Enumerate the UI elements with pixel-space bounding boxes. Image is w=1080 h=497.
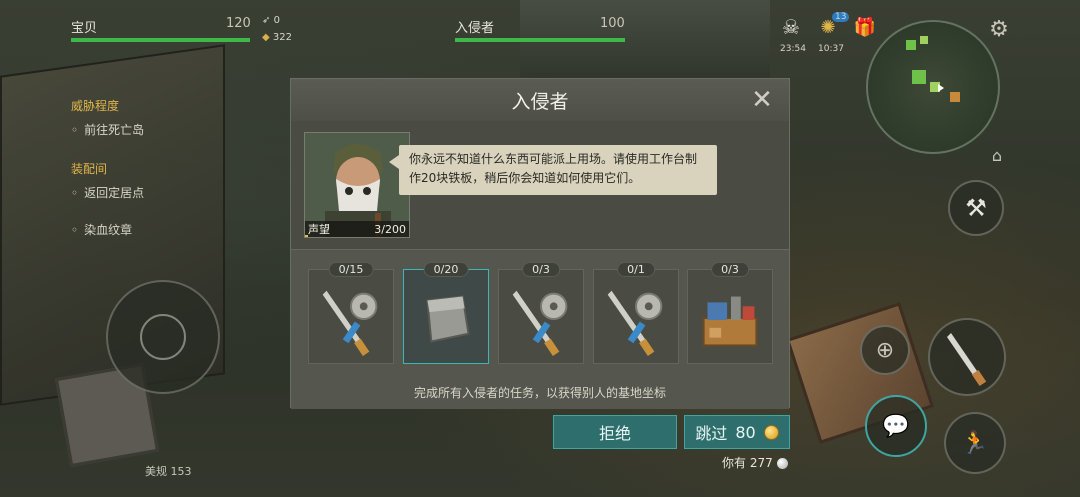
- task-slot-1[interactable]: 0/15: [308, 262, 394, 364]
- player-hp-value: 120: [226, 16, 251, 31]
- resource-value: 322: [272, 32, 292, 43]
- bullet-icon: ➶: [262, 15, 271, 26]
- weapon-attack-button[interactable]: [928, 318, 1006, 396]
- skip-cost: 80: [735, 422, 756, 442]
- skip-label: 跳过: [695, 424, 728, 443]
- notification-badge: 13: [832, 12, 850, 22]
- currency-owned: 你有 277: [722, 454, 788, 471]
- silver-coin-icon: [776, 458, 788, 469]
- player-hp-bar: [71, 38, 250, 42]
- task-count: 0/3: [522, 262, 560, 277]
- quest-equip-item[interactable]: 返回定居点: [71, 184, 144, 201]
- resource-indicator: ◆ 322: [262, 32, 292, 43]
- machete-sawblade-icon: [607, 290, 663, 357]
- invader-speech-bubble: 你永远不知道什么东西可能派上用场。请使用工作台制作20块铁板，稍后你会知道如何使…: [389, 145, 717, 195]
- movement-joystick[interactable]: [106, 280, 220, 394]
- minimap[interactable]: [866, 20, 1000, 154]
- task-slot-5[interactable]: 0/3: [687, 262, 773, 364]
- kills-indicator: ➶ 0: [262, 15, 280, 26]
- dialog-title: 入侵者: [511, 90, 569, 113]
- base-icon[interactable]: ⌂: [985, 144, 1009, 166]
- dialog-title-bar: 入侵者 ✕: [291, 79, 789, 121]
- skull-icon[interactable]: ☠: [778, 14, 804, 40]
- iron-plate-icon: [426, 295, 470, 343]
- crouch-icon[interactable]: 🏃: [944, 412, 1006, 474]
- craft-hammer-icon[interactable]: ⚒: [948, 180, 1004, 236]
- chat-icon[interactable]: 💬: [865, 395, 927, 457]
- reputation-progress-bar: [305, 235, 308, 237]
- quest-equip-heading[interactable]: 装配间: [71, 160, 107, 177]
- aim-crosshair-icon[interactable]: ⊕: [860, 325, 910, 375]
- currency-owned-label: 你有 277: [722, 456, 773, 470]
- reject-label: 拒绝: [598, 424, 631, 443]
- task-footer-note: 完成所有入侵者的任务，以获得别人的基地坐标: [413, 386, 666, 400]
- machete-sawblade-icon: [512, 290, 568, 357]
- task-panel: 0/15 0/20 0/3 0/1 0/3 完成所有入侵者的任务，以获得别人的基…: [291, 249, 789, 409]
- quest-threat-item[interactable]: 前往死亡岛: [71, 121, 144, 138]
- resource-icon: ◆: [262, 32, 270, 43]
- timer-right: 10:37: [818, 44, 844, 54]
- close-icon[interactable]: ✕: [749, 87, 775, 113]
- enemy-name: 入侵者: [455, 21, 495, 36]
- task-slot-4[interactable]: 0/1: [593, 262, 679, 364]
- joystick-knob[interactable]: [140, 314, 186, 360]
- reputation-label: 声望: [308, 223, 330, 236]
- quest-blood-item[interactable]: 染血纹章: [71, 221, 132, 238]
- gold-coin-icon: [763, 424, 779, 440]
- machete-sawblade-icon: [322, 290, 378, 357]
- minimap-markers: [906, 36, 960, 102]
- task-count: 0/1: [617, 262, 655, 277]
- reject-button[interactable]: 拒绝: [553, 415, 677, 449]
- invader-portrait: 声望 3/200: [304, 132, 410, 238]
- quest-threat-heading[interactable]: 威胁程度: [71, 97, 119, 114]
- task-count: 0/3: [711, 262, 749, 277]
- enemy-hp-value: 100: [600, 16, 625, 31]
- reputation-value: 3/200: [374, 222, 406, 236]
- workbench-icon: [702, 296, 758, 347]
- task-slot-2[interactable]: 0/20: [403, 262, 489, 364]
- bottom-status-label: 美规 153: [145, 465, 192, 478]
- machete-icon: [947, 333, 987, 387]
- enemy-hp-bar: [455, 38, 625, 42]
- invader-dialog: 入侵者 ✕ 声望 3/200 你永远不知道什么东西可能派上用场。请使用工作台制作…: [290, 78, 790, 409]
- timer-left: 23:54: [780, 44, 806, 54]
- task-count: 0/20: [423, 262, 469, 277]
- player-name: 宝贝: [71, 21, 98, 36]
- skip-button[interactable]: 跳过 80: [684, 415, 790, 449]
- task-count: 0/15: [328, 262, 374, 277]
- reputation-caption: 声望 3/200: [305, 221, 409, 237]
- kills-value: 0: [273, 15, 280, 26]
- task-slot-3[interactable]: 0/3: [498, 262, 584, 364]
